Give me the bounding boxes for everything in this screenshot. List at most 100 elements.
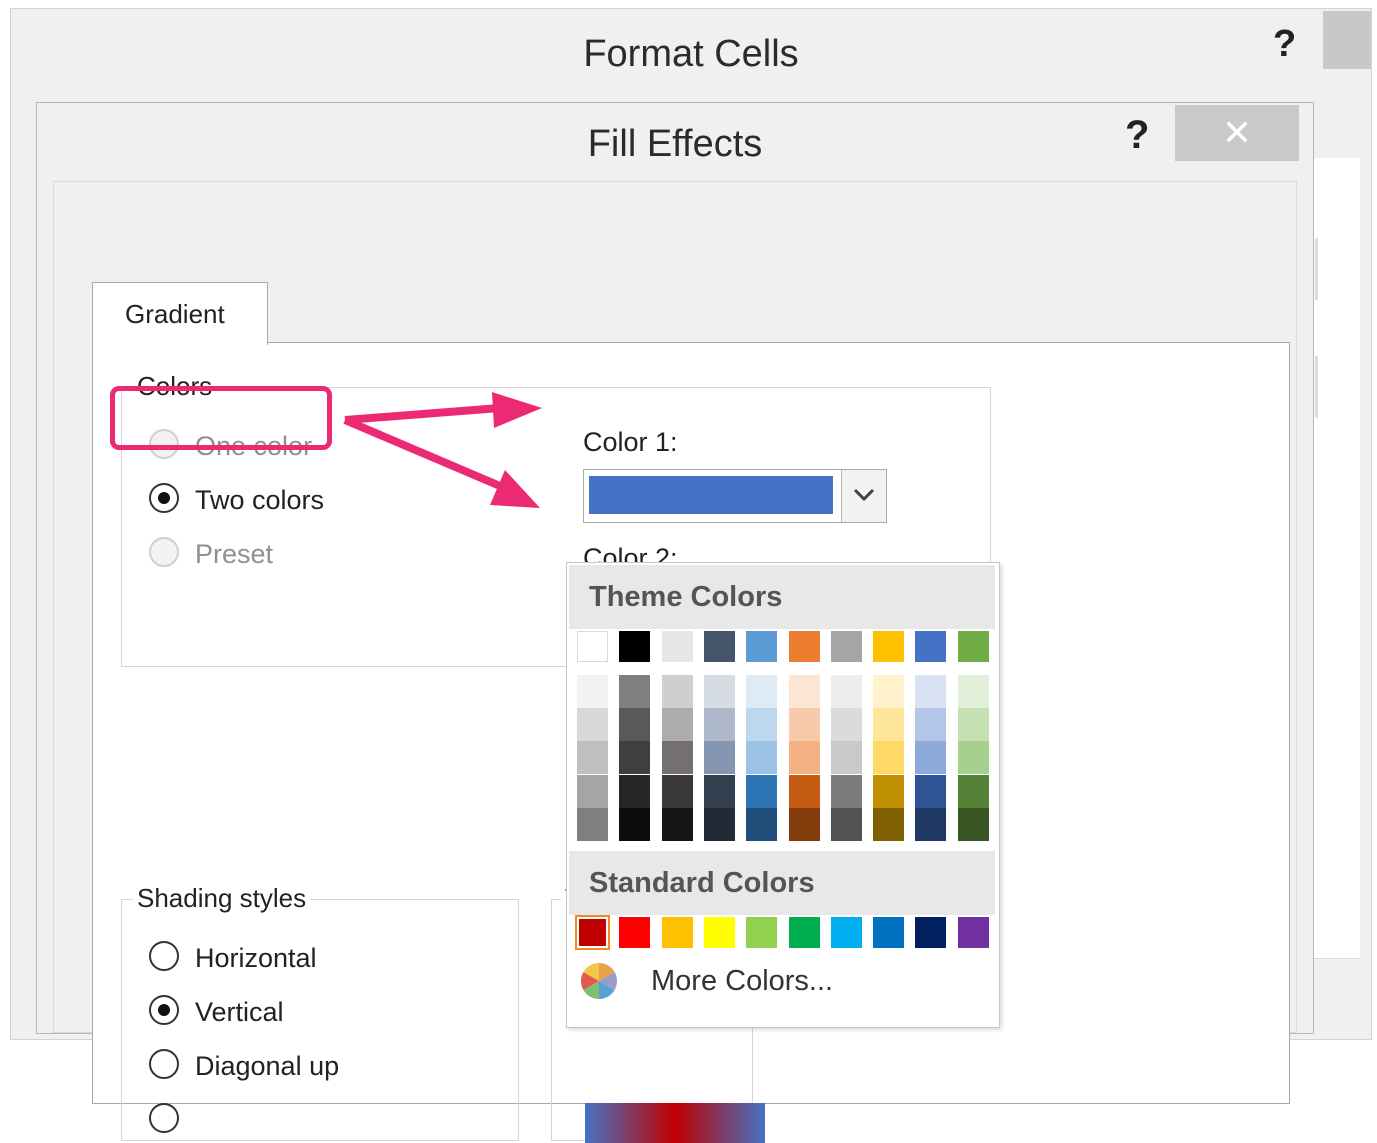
theme-shade-swatch[interactable]	[746, 807, 778, 841]
standard-color-swatch[interactable]	[746, 917, 778, 948]
format-cells-close-button[interactable]	[1323, 11, 1371, 69]
more-colors-link[interactable]: More Colors...	[651, 965, 833, 998]
theme-shade-swatch[interactable]	[577, 708, 608, 742]
theme-color-swatch[interactable]	[661, 631, 693, 662]
theme-shade-swatch[interactable]	[915, 741, 947, 775]
theme-shade-swatch[interactable]	[957, 675, 989, 708]
theme-shade-swatch[interactable]	[746, 741, 778, 775]
theme-shade-swatch[interactable]	[619, 774, 651, 808]
theme-shade-swatch[interactable]	[577, 741, 608, 775]
divider	[1315, 238, 1318, 300]
theme-shade-swatch[interactable]	[788, 741, 820, 775]
theme-shade-swatch[interactable]	[915, 807, 947, 841]
theme-shade-swatch[interactable]	[746, 708, 778, 742]
theme-shade-swatch[interactable]	[830, 774, 862, 808]
theme-color-swatch[interactable]	[746, 631, 778, 662]
theme-shade-swatch[interactable]	[788, 807, 820, 841]
tab-gradient[interactable]: Gradient	[92, 282, 268, 345]
theme-shade-swatch[interactable]	[703, 708, 735, 742]
theme-shade-swatch[interactable]	[661, 774, 693, 808]
color-wheel-icon	[580, 963, 618, 999]
theme-shade-swatch[interactable]	[661, 807, 693, 841]
diagonal-down-radio[interactable]	[149, 1103, 179, 1133]
theme-shade-swatch[interactable]	[957, 741, 989, 775]
theme-shade-swatch[interactable]	[873, 741, 905, 775]
theme-color-swatch[interactable]	[577, 631, 608, 662]
theme-shade-swatch[interactable]	[915, 675, 947, 708]
standard-color-swatch[interactable]	[915, 917, 947, 948]
theme-shade-swatch[interactable]	[577, 675, 608, 708]
theme-shade-swatch[interactable]	[830, 708, 862, 742]
theme-shade-swatch[interactable]	[746, 774, 778, 808]
standard-color-swatch[interactable]	[873, 917, 905, 948]
fill-effects-help-icon[interactable]: ?	[1125, 113, 1149, 158]
theme-shade-swatch[interactable]	[703, 807, 735, 841]
theme-shade-swatch[interactable]	[957, 708, 989, 742]
theme-color-swatch[interactable]	[915, 631, 947, 662]
standard-color-swatch[interactable]	[703, 917, 735, 948]
shading-styles-label: Shading styles	[133, 883, 311, 914]
standard-color-swatch[interactable]	[577, 917, 608, 948]
standard-colors-header: Standard Colors	[569, 851, 995, 915]
color1-dropdown[interactable]	[583, 469, 887, 523]
theme-shade-swatch[interactable]	[788, 708, 820, 742]
horizontal-radio[interactable]	[149, 941, 179, 971]
theme-color-swatch[interactable]	[830, 631, 862, 662]
theme-shade-swatch[interactable]	[661, 708, 693, 742]
theme-shade-swatch[interactable]	[703, 675, 735, 708]
horizontal-label[interactable]: Horizontal	[195, 943, 317, 974]
preset-radio[interactable]	[149, 537, 179, 567]
color-palette-popup: Theme Colors Standard Colors More Colors…	[566, 562, 1000, 1028]
theme-color-swatch[interactable]	[619, 631, 651, 662]
theme-shade-swatch[interactable]	[788, 774, 820, 808]
theme-shade-swatch[interactable]	[661, 675, 693, 708]
standard-color-swatch[interactable]	[957, 917, 989, 948]
divider	[1315, 356, 1318, 418]
format-cells-title: Format Cells	[583, 33, 799, 75]
standard-color-swatch[interactable]	[619, 917, 651, 948]
theme-shade-swatch[interactable]	[873, 675, 905, 708]
theme-color-swatch[interactable]	[788, 631, 820, 662]
standard-color-swatch[interactable]	[661, 917, 693, 948]
theme-shade-swatch[interactable]	[830, 741, 862, 775]
theme-shade-swatch[interactable]	[957, 774, 989, 808]
theme-color-swatch[interactable]	[873, 631, 905, 662]
tab-gradient-label: Gradient	[125, 299, 225, 329]
theme-shade-swatch[interactable]	[746, 675, 778, 708]
theme-shade-swatch[interactable]	[577, 774, 608, 808]
fill-effects-close-button[interactable]: ✕	[1175, 105, 1299, 161]
theme-shade-swatch[interactable]	[830, 675, 862, 708]
theme-shade-swatch[interactable]	[619, 807, 651, 841]
theme-shade-swatch[interactable]	[788, 675, 820, 708]
diagonal-up-label[interactable]: Diagonal up	[195, 1051, 339, 1082]
diagonal-up-radio[interactable]	[149, 1049, 179, 1079]
standard-color-swatch[interactable]	[788, 917, 820, 948]
theme-shade-swatch[interactable]	[873, 807, 905, 841]
theme-shade-swatch[interactable]	[619, 741, 651, 775]
two-colors-label[interactable]: Two colors	[195, 485, 324, 516]
theme-shade-swatch[interactable]	[873, 708, 905, 742]
theme-shade-swatch[interactable]	[703, 741, 735, 775]
theme-shade-swatch[interactable]	[957, 807, 989, 841]
theme-color-swatch[interactable]	[957, 631, 989, 662]
theme-shade-swatch[interactable]	[873, 774, 905, 808]
theme-shade-swatch[interactable]	[577, 807, 608, 841]
variant-preview[interactable]	[585, 1103, 765, 1143]
standard-color-swatch[interactable]	[830, 917, 862, 948]
vertical-label[interactable]: Vertical	[195, 997, 284, 1028]
chevron-down-icon	[853, 488, 875, 502]
preset-label: Preset	[195, 539, 274, 569]
vertical-radio[interactable]	[149, 995, 179, 1025]
theme-shade-swatch[interactable]	[661, 741, 693, 775]
two-colors-radio[interactable]	[149, 483, 179, 513]
color1-swatch	[589, 476, 833, 514]
format-cells-help-icon[interactable]: ?	[1273, 23, 1296, 66]
theme-shade-swatch[interactable]	[830, 807, 862, 841]
theme-color-swatch[interactable]	[703, 631, 735, 662]
color1-dropdown-button[interactable]	[841, 470, 886, 522]
theme-shade-swatch[interactable]	[619, 675, 651, 708]
theme-shade-swatch[interactable]	[915, 708, 947, 742]
theme-shade-swatch[interactable]	[703, 774, 735, 808]
theme-shade-swatch[interactable]	[915, 774, 947, 808]
theme-shade-swatch[interactable]	[619, 708, 651, 742]
